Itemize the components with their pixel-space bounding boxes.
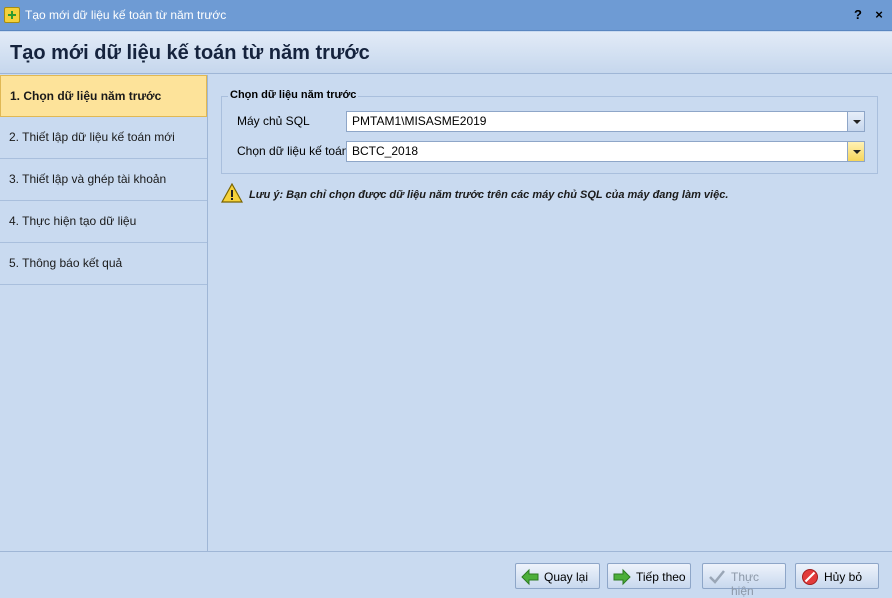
previous-year-group: Chọn dữ liệu năm trước Máy chủ SQL PMTAM… <box>221 89 878 174</box>
database-value: BCTC_2018 <box>352 144 419 158</box>
database-label: Chọn dữ liệu kế toán <box>237 144 349 158</box>
cancel-button[interactable]: Hủy bỏ <box>795 563 879 589</box>
sql-server-label: Máy chủ SQL <box>237 114 310 128</box>
step-setup-map-accounts[interactable]: 3. Thiết lập và ghép tài khoản <box>0 159 207 201</box>
close-button[interactable]: × <box>871 6 887 24</box>
checkmark-icon <box>709 570 725 584</box>
execute-label: Thực hiện <box>731 570 760 598</box>
app-icon <box>4 7 20 23</box>
chevron-down-icon <box>853 150 861 154</box>
sql-server-select[interactable]: PMTAM1\MISASME2019 <box>346 111 865 132</box>
sql-server-value: PMTAM1\MISASME2019 <box>352 114 487 128</box>
step-execute-create[interactable]: 4. Thực hiện tạo dữ liệu <box>0 201 207 243</box>
arrow-right-icon <box>613 568 631 586</box>
execute-button[interactable]: Thực hiện <box>702 563 786 598</box>
next-button[interactable]: Tiếp theo <box>607 563 691 589</box>
warning-icon <box>221 183 243 203</box>
cancel-label: Hủy bỏ <box>824 570 863 584</box>
window-title: Tạo mới dữ liệu kế toán từ năm trước <box>25 8 227 22</box>
arrow-left-icon <box>521 568 539 586</box>
database-select[interactable]: BCTC_2018 <box>346 141 865 162</box>
page-title: Tạo mới dữ liệu kế toán từ năm trước <box>10 42 370 64</box>
step-setup-new-data[interactable]: 2. Thiết lập dữ liệu kế toán mới <box>0 117 207 159</box>
chevron-down-icon <box>853 120 861 124</box>
database-dropdown-button[interactable] <box>847 142 864 161</box>
group-title: Chọn dữ liệu năm trước <box>228 89 359 101</box>
next-label: Tiếp theo <box>636 570 686 584</box>
back-label: Quay lại <box>544 570 589 584</box>
note-text: Lưu ý: Bạn chỉ chọn được dữ liệu năm trư… <box>249 189 729 201</box>
back-button[interactable]: Quay lại <box>515 563 600 589</box>
step-result[interactable]: 5. Thông báo kết quả <box>0 243 207 285</box>
sql-server-dropdown-button[interactable] <box>847 112 864 131</box>
title-bar: Tạo mới dữ liệu kế toán từ năm trước ? × <box>0 0 892 31</box>
wizard-steps: 1. Chọn dữ liệu năm trước 2. Thiết lập d… <box>0 75 208 551</box>
page-header: Tạo mới dữ liệu kế toán từ năm trước <box>0 32 892 74</box>
help-button[interactable]: ? <box>850 6 866 24</box>
main-panel: Chọn dữ liệu năm trước Máy chủ SQL PMTAM… <box>209 75 892 551</box>
cancel-icon <box>802 569 818 585</box>
footer-bar: Quay lại Tiếp theo Thực hiện Hủy bỏ <box>0 551 892 598</box>
step-choose-previous-year[interactable]: 1. Chọn dữ liệu năm trước <box>0 75 207 117</box>
